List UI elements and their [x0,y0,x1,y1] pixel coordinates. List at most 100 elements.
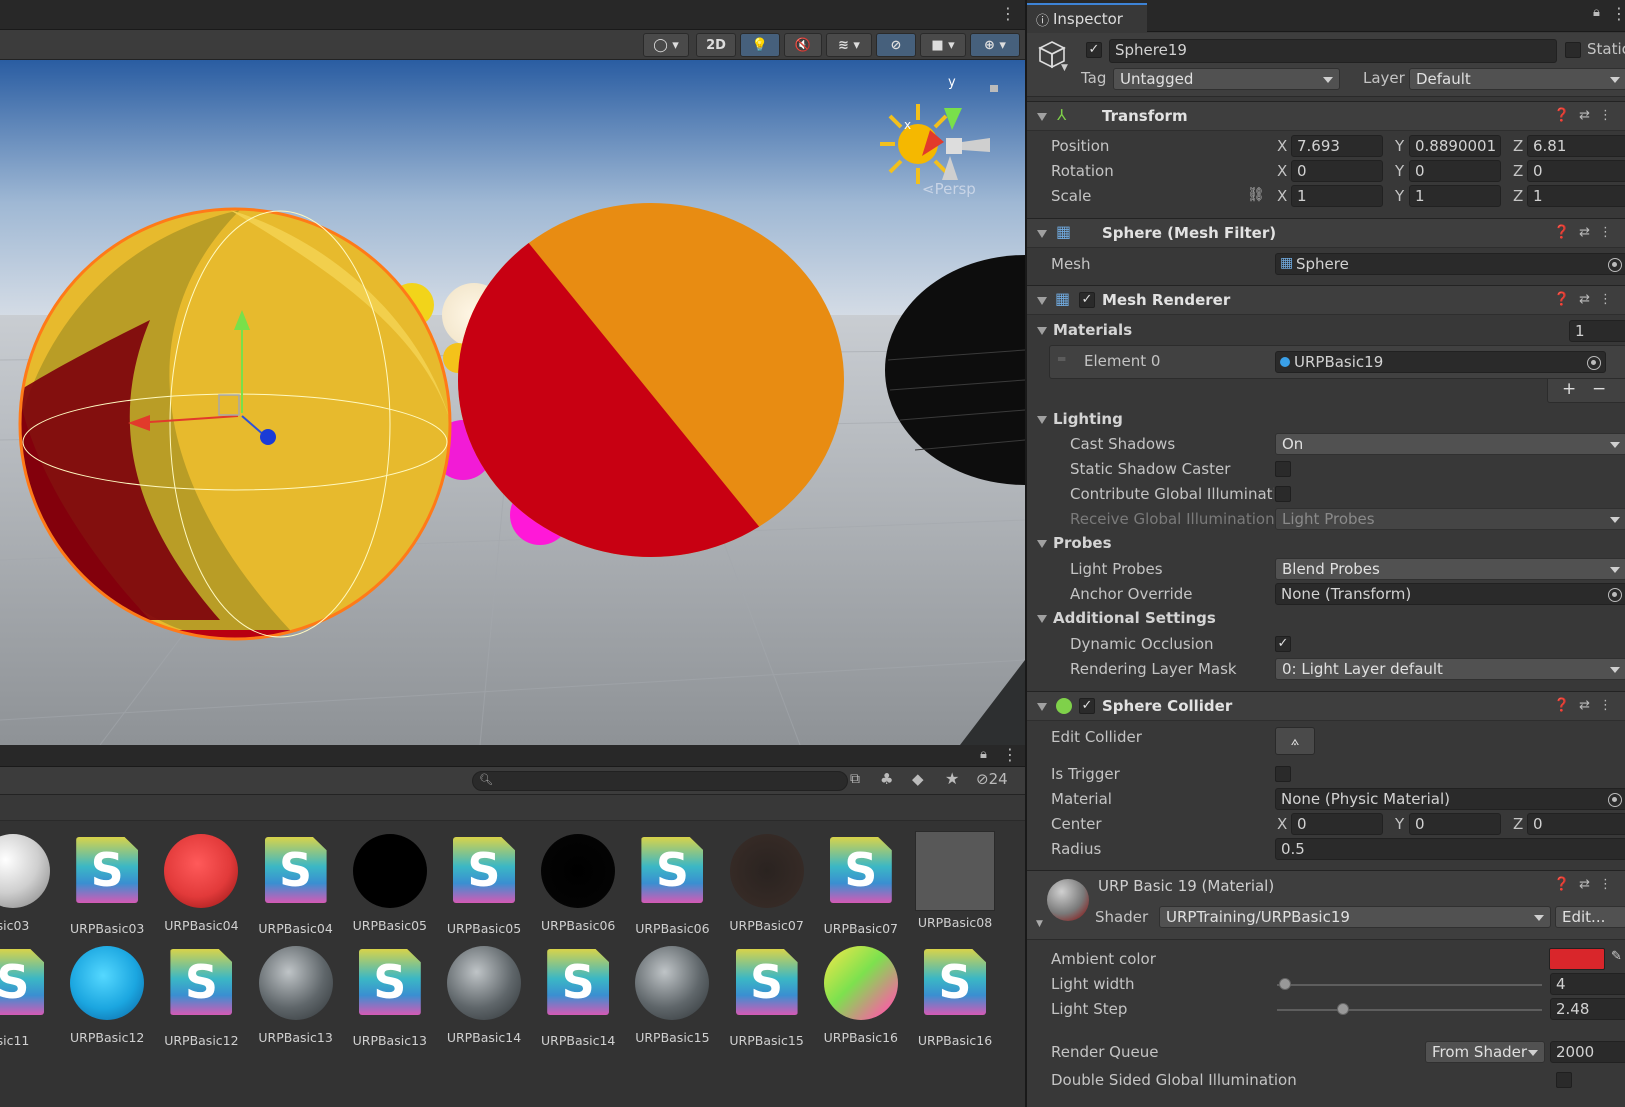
gizmos-button[interactable]: ⊕ ▾ [970,33,1020,57]
project-search-input[interactable]: 🔍︎ [472,771,848,791]
project-lock-icon[interactable]: 🔒︎ [980,747,987,762]
sphere-collider-enabled-checkbox[interactable]: ✓ [1079,698,1095,714]
camera-settings-button[interactable]: ■ ▾ [920,33,966,57]
render-queue-field[interactable]: 2000 [1550,1041,1625,1063]
asset-item[interactable]: S URPBasic03 [62,831,152,936]
asset-item[interactable]: S URPBasic05 [439,831,529,936]
mesh-object-field[interactable]: ▦ Sphere [1275,253,1625,275]
center-y-field[interactable]: 0 [1409,813,1501,835]
audio-toggle-button[interactable]: 🔇 [784,33,822,57]
scale-y-field[interactable]: 1 [1409,185,1501,207]
element0-material-field[interactable]: URPBasic19 [1275,351,1606,373]
search-in-scene-icon[interactable]: ⧉ [850,771,860,787]
scale-z-field[interactable]: 1 [1527,185,1625,207]
scene-viewport[interactable]: y x ⋖Persp [0,60,1025,745]
favorites-star-icon[interactable]: ★ [945,769,959,788]
position-x-field[interactable]: 7.693 [1291,135,1383,157]
asset-item[interactable]: URPBasic14 [439,943,529,1045]
asset-item[interactable]: S URPBasic13 [345,943,435,1048]
asset-item[interactable]: Ssic11 [0,943,58,1048]
object-picker-icon[interactable] [1608,258,1622,272]
component-header-icons[interactable]: ❓⇄⋮ [1554,292,1621,307]
component-header-icons[interactable]: ❓⇄⋮ [1554,108,1621,123]
constrain-proportions-icon[interactable]: ⛓ [1247,187,1265,203]
asset-item[interactable]: URPBasic15 [627,943,717,1045]
mesh-filter-header[interactable]: ▦ Sphere (Mesh Filter) ❓⇄⋮ [1027,218,1625,248]
inspector-kebab-menu-icon[interactable]: ⋮ [1611,4,1625,23]
object-active-checkbox[interactable]: ✓ [1086,42,1102,58]
light-step-field[interactable]: 2.48 [1550,998,1625,1020]
edit-shader-button[interactable]: Edit... [1555,906,1625,928]
asset-item[interactable]: S URPBasic07 [816,831,906,936]
remove-element-button[interactable]: − [1592,379,1606,399]
object-picker-icon[interactable] [1608,793,1622,807]
drag-handle-icon[interactable]: ═ [1058,352,1065,366]
asset-item[interactable]: S URPBasic12 [156,943,246,1048]
contribute-gi-checkbox[interactable] [1275,486,1291,502]
tab-inspector[interactable]: ⓘ Inspector [1027,3,1147,32]
hidden-packages-toggle[interactable]: ⊘24 [976,770,1008,788]
shader-dropdown[interactable]: URPTraining/URPBasic19 [1159,906,1551,928]
rendering-layer-mask-dropdown[interactable]: 0: Light Layer default [1275,658,1625,680]
asset-item[interactable]: URPBasic07 [722,831,812,933]
light-probes-dropdown[interactable]: Blend Probes [1275,558,1625,580]
scale-x-field[interactable]: 1 [1291,185,1383,207]
gizmo-lock-icon[interactable] [990,85,998,92]
icon-dropdown-icon[interactable]: ▼ [1061,63,1068,73]
transform-header[interactable]: ⅄ Transform ❓⇄⋮ [1027,101,1625,131]
mesh-renderer-enabled-checkbox[interactable]: ✓ [1079,292,1095,308]
sphere-collider-header[interactable]: ✓ Sphere Collider ❓⇄⋮ [1027,691,1625,721]
filter-by-label-icon[interactable]: ◆ [912,770,924,788]
object-picker-icon[interactable] [1608,588,1622,602]
mesh-renderer-header[interactable]: ▦ ✓ Mesh Renderer ❓⇄⋮ [1027,285,1625,315]
asset-item[interactable]: S URPBasic04 [251,831,341,936]
asset-item[interactable]: S URPBasic14 [533,943,623,1048]
anchor-override-field[interactable]: None (Transform) [1275,583,1625,605]
light-width-slider-knob[interactable] [1278,978,1291,990]
double-sided-gi-checkbox[interactable] [1556,1072,1572,1088]
is-trigger-checkbox[interactable] [1275,766,1291,782]
asset-item[interactable]: URPBasic08 [910,831,1000,930]
asset-item[interactable]: S URPBasic15 [722,943,812,1048]
hidden-objects-toggle-button[interactable]: ⊘ [876,33,916,57]
rotation-y-field[interactable]: 0 [1409,160,1501,182]
asset-item[interactable]: URPBasic12 [62,943,152,1045]
position-y-field[interactable]: 0.8890001 [1409,135,1501,157]
render-queue-mode-dropdown[interactable]: From Shader [1425,1041,1545,1063]
asset-item[interactable]: URPBasic13 [251,943,341,1045]
asset-item[interactable]: URPBasic06 [533,831,623,933]
asset-item[interactable]: URPBasic16 [816,943,906,1045]
layer-dropdown[interactable]: Default [1409,68,1625,90]
materials-foldout-icon[interactable] [1037,327,1047,335]
object-name-input[interactable]: Sphere19 [1109,39,1557,63]
light-step-slider-track[interactable] [1277,1009,1542,1011]
component-header-icons[interactable]: ❓⇄⋮ [1554,225,1621,240]
static-checkbox[interactable] [1565,42,1581,58]
perspective-toggle[interactable]: ⋖Persp [922,180,976,198]
draw-mode-button[interactable]: ◯ ▾ [643,33,689,57]
component-header-icons[interactable]: ❓⇄⋮ [1554,877,1621,892]
materials-count-field[interactable]: 1 [1569,320,1625,342]
foldout-arrow-icon[interactable]: ▼ [1036,919,1043,929]
effects-dropdown-button[interactable]: ≋ ▾ [826,33,872,57]
edit-collider-button[interactable]: ⟑ [1275,727,1315,755]
tag-dropdown[interactable]: Untagged [1113,68,1340,90]
eyedropper-icon[interactable]: ✎ [1611,949,1622,964]
static-shadow-caster-checkbox[interactable] [1275,461,1291,477]
light-width-slider-track[interactable] [1277,984,1542,986]
object-picker-icon[interactable] [1587,356,1601,370]
scene-kebab-menu-icon[interactable]: ⋮ [1000,4,1016,23]
rotation-z-field[interactable]: 0 [1527,160,1625,182]
center-z-field[interactable]: 0 [1527,813,1625,835]
light-step-slider-knob[interactable] [1337,1003,1350,1015]
light-width-field[interactable]: 4 [1550,973,1625,995]
position-z-field[interactable]: 6.81 [1527,135,1625,157]
filter-by-type-icon[interactable]: ♣ [880,770,893,788]
add-element-button[interactable]: + [1562,379,1576,399]
probes-section[interactable]: Probes [1027,532,1625,556]
dynamic-occlusion-checkbox[interactable]: ✓ [1275,636,1291,652]
center-x-field[interactable]: 0 [1291,813,1383,835]
rotation-x-field[interactable]: 0 [1291,160,1383,182]
additional-settings-section[interactable]: Additional Settings [1027,607,1625,631]
cast-shadows-dropdown[interactable]: On [1275,433,1625,455]
